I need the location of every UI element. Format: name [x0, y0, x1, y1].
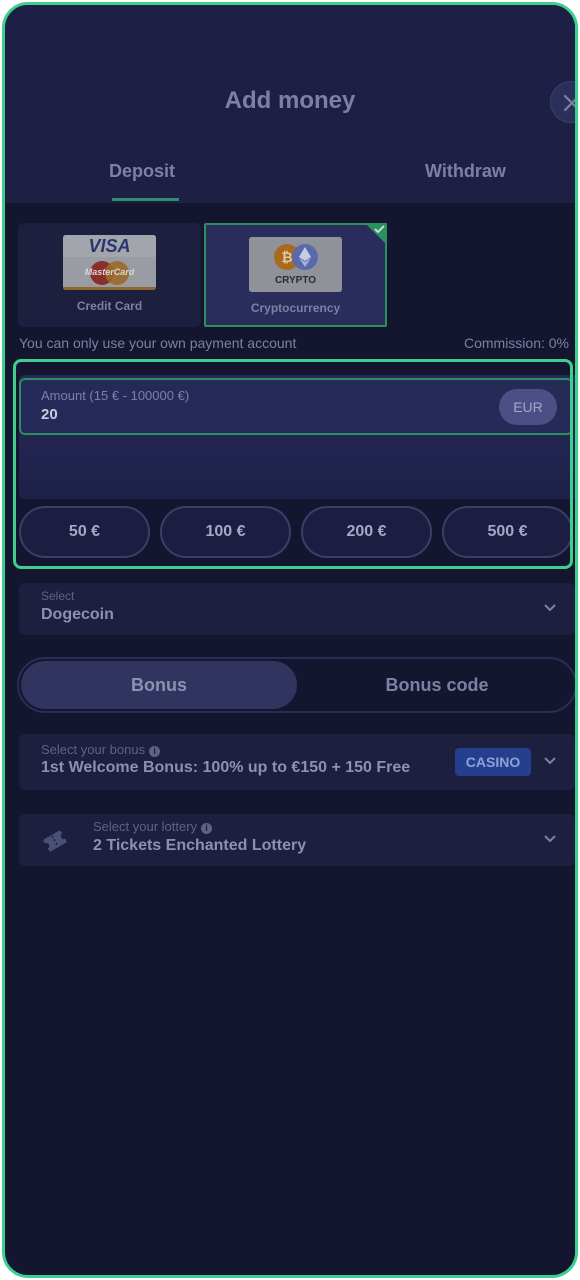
- ticket-icon: [43, 830, 67, 852]
- lottery-select-label: Select your lottery i: [93, 819, 213, 834]
- lottery-select-label-text: Select your lottery: [93, 819, 198, 834]
- casino-badge: CASINO: [455, 748, 531, 776]
- page-title: Add money: [224, 87, 356, 114]
- deposit-modal: Add money Deposit Withdraw VISA MasterCa…: [2, 2, 578, 1278]
- payment-method-label: Cryptocurrency: [250, 301, 341, 315]
- bonus-select-value: 1st Welcome Bonus: 100% up to €150 + 150…: [41, 759, 411, 776]
- payment-method-label: Credit Card: [76, 299, 143, 313]
- chevron-down-icon: [544, 757, 556, 765]
- info-icon[interactable]: i: [201, 823, 213, 834]
- info-icon[interactable]: i: [149, 746, 161, 757]
- bonus-select-label-text: Select your bonus: [41, 742, 146, 757]
- tab-deposit[interactable]: Deposit: [109, 161, 175, 182]
- bonus-tab[interactable]: Bonus: [21, 661, 297, 709]
- close-icon: [563, 94, 575, 112]
- bonus-select[interactable]: Select your bonus i 1st Welcome Bonus: 10…: [19, 734, 575, 790]
- credit-card-logo: VISA MasterCard: [63, 235, 156, 290]
- payment-method-crypto[interactable]: ₿ CRYPTO Cryptocurrency: [204, 223, 387, 327]
- mastercard-logo-text: MasterCard: [84, 267, 135, 277]
- modal-header: Add money Deposit Withdraw: [5, 5, 575, 203]
- crypto-logo: ₿ CRYPTO: [249, 237, 342, 292]
- commission-note: Commission: 0%: [463, 335, 569, 351]
- svg-text:₿: ₿: [281, 250, 292, 266]
- chevron-down-icon: [544, 604, 556, 612]
- lottery-select[interactable]: Select your lottery i 2 Tickets Enchanted…: [19, 814, 575, 866]
- selected-check-icon: [365, 223, 387, 245]
- bonus-code-tab[interactable]: Bonus code: [299, 661, 575, 709]
- visa-logo-text: VISA: [88, 236, 131, 256]
- active-tab-indicator: [112, 198, 179, 201]
- own-account-note: You can only use your own payment accoun…: [19, 335, 297, 351]
- crypto-logo-text: CRYPTO: [274, 275, 317, 286]
- lottery-select-value: 2 Tickets Enchanted Lottery: [93, 837, 307, 854]
- payment-method-credit-card[interactable]: VISA MasterCard Credit Card: [18, 223, 201, 327]
- bonus-select-label: Select your bonus i: [41, 742, 161, 757]
- coin-select[interactable]: Select Dogecoin: [19, 583, 575, 635]
- tab-withdraw[interactable]: Withdraw: [425, 161, 506, 182]
- chevron-down-icon: [544, 835, 556, 843]
- amount-highlight-outline: [13, 359, 573, 569]
- bonus-toggle: Bonus Bonus code: [17, 657, 575, 713]
- coin-select-value: Dogecoin: [41, 606, 114, 623]
- close-button[interactable]: [550, 81, 575, 123]
- coin-select-label: Select: [41, 589, 75, 603]
